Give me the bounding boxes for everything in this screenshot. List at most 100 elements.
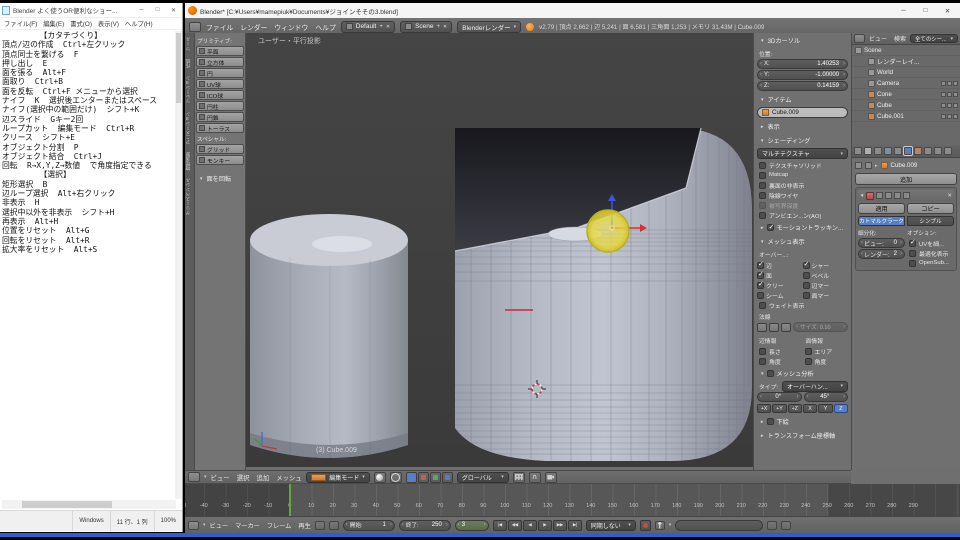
notepad-titlebar[interactable]: Blender よく使うOR便利なショー... bbox=[0, 3, 182, 18]
checkbox[interactable] bbox=[909, 250, 916, 257]
notepad-text-area[interactable]: 【カタチづくり】頂点/辺の作成 Ctrl+左クリック頂点同士を繋げる F押し出し… bbox=[2, 31, 175, 499]
info-menu-item[interactable]: レンダー bbox=[240, 22, 267, 32]
edge-info-chec-row[interactable]: 長さ bbox=[757, 346, 803, 356]
blender-maximize-button[interactable] bbox=[916, 5, 935, 17]
edit-cylinder-object[interactable] bbox=[455, 128, 752, 461]
viewport-menu-item[interactable]: 追加 bbox=[256, 473, 269, 482]
outliner-item[interactable]: Cube bbox=[852, 100, 960, 111]
start-frame-field[interactable]: 開始: 1 bbox=[343, 520, 395, 531]
cursor-location-field[interactable]: X:1.40253 bbox=[757, 59, 848, 69]
angle-max-field[interactable]: 45° bbox=[804, 392, 849, 402]
checkbox[interactable] bbox=[759, 182, 766, 189]
layers-icon[interactable] bbox=[513, 472, 525, 483]
axis-button[interactable]: +X bbox=[757, 404, 771, 413]
vertex-normals-toggle[interactable] bbox=[757, 323, 767, 332]
shading-checkbox-row[interactable]: 裏面の非表示 bbox=[757, 180, 848, 190]
transport-button[interactable]: ▶▶ bbox=[553, 520, 567, 531]
checkbox[interactable] bbox=[757, 292, 764, 299]
shading-checkbox-row[interactable]: 陰線ワイヤ bbox=[757, 190, 848, 200]
disclosure-icon[interactable] bbox=[860, 192, 864, 199]
face-info-check-row[interactable]: 角度 bbox=[803, 356, 849, 366]
info-menu-item[interactable]: ヘルプ bbox=[315, 22, 335, 32]
edge-info-chec-row[interactable]: 角度 bbox=[757, 356, 803, 366]
shading-checkbox-row[interactable]: 被写界深度 bbox=[757, 200, 848, 210]
pivot-point-dropdown[interactable] bbox=[390, 472, 402, 483]
outliner-menu-item[interactable]: ビュー bbox=[869, 34, 887, 43]
axis-button[interactable]: X bbox=[803, 404, 817, 413]
blender-close-button[interactable] bbox=[938, 5, 957, 17]
blender-titlebar[interactable]: Blender* [C:¥Users¥mamepiuk¥Documents¥ジョ… bbox=[185, 3, 960, 18]
insert-keyframe-icon[interactable] bbox=[767, 521, 777, 530]
screen-layout-dropdown[interactable]: Default bbox=[341, 21, 395, 33]
transport-button[interactable]: ▶ bbox=[538, 520, 552, 531]
checkbox[interactable] bbox=[803, 282, 810, 289]
delete-scene-icon[interactable] bbox=[443, 23, 447, 30]
record-button[interactable] bbox=[640, 520, 651, 531]
cage-toggle[interactable] bbox=[903, 192, 910, 199]
notepad-menu-item[interactable]: 編集(E) bbox=[43, 19, 64, 28]
notepad-menu-item[interactable]: 書式(O) bbox=[70, 19, 92, 28]
checkbox[interactable] bbox=[767, 370, 774, 377]
blender-minimize-button[interactable] bbox=[894, 5, 913, 17]
cursor-location-field[interactable]: Z:0.14159 bbox=[757, 81, 848, 91]
modifier-header[interactable] bbox=[858, 190, 954, 201]
close-icon[interactable] bbox=[947, 193, 952, 199]
primitive-button[interactable]: ICO球 bbox=[196, 90, 244, 100]
checkbox[interactable] bbox=[757, 272, 764, 279]
toolshelf-tab[interactable]: 物理演算 bbox=[185, 148, 194, 174]
scene-dropdown[interactable]: Scene bbox=[400, 21, 452, 33]
checkbox[interactable] bbox=[759, 358, 766, 365]
shading-mode-dropdown[interactable]: マルチテクスチャ bbox=[757, 148, 848, 159]
panel-background-images[interactable]: 下絵 bbox=[757, 414, 848, 428]
angle-min-field[interactable]: 0° bbox=[757, 392, 802, 402]
end-frame-field[interactable]: 終了: 250 bbox=[399, 520, 451, 531]
panel-display[interactable]: 表示 bbox=[757, 119, 848, 133]
panel-shading[interactable]: シェーディング bbox=[757, 133, 848, 147]
current-frame-playhead[interactable] bbox=[289, 484, 291, 516]
visibility-toggles[interactable] bbox=[941, 114, 958, 119]
notepad-menu-item[interactable]: ヘルプ(H) bbox=[125, 19, 153, 28]
primitive-button[interactable]: 円錐 bbox=[196, 112, 244, 122]
keying-set-icon[interactable] bbox=[655, 521, 665, 530]
primitive-button[interactable]: 円 bbox=[196, 68, 244, 78]
outliner-menu-item[interactable]: 検索 bbox=[894, 34, 906, 43]
shading-checkbox-row[interactable]: テクスチャソリッド bbox=[757, 160, 848, 170]
render-subdivisions-field[interactable]: レンダー:2 bbox=[858, 249, 905, 259]
delete-layout-icon[interactable] bbox=[386, 23, 390, 30]
add-scene-icon[interactable] bbox=[437, 23, 441, 30]
translate-manipulator[interactable] bbox=[418, 472, 429, 483]
checkbox[interactable] bbox=[757, 262, 764, 269]
checkbox[interactable] bbox=[909, 240, 916, 247]
notepad-minimize-button[interactable] bbox=[135, 5, 148, 16]
panel-item[interactable]: アイテム bbox=[757, 92, 848, 106]
simple-button[interactable]: シンプル bbox=[907, 216, 954, 226]
outliner-item[interactable]: Scene bbox=[852, 45, 960, 56]
outliner-item[interactable]: World bbox=[852, 67, 960, 78]
properties-tab[interactable] bbox=[934, 147, 942, 155]
transport-button[interactable]: |◀ bbox=[493, 520, 507, 531]
view-subdivisions-field[interactable]: ビュー:0 bbox=[858, 238, 905, 248]
transport-button[interactable]: ◀ bbox=[523, 520, 537, 531]
loose-normals-toggle[interactable] bbox=[769, 323, 779, 332]
properties-tab[interactable] bbox=[924, 147, 932, 155]
editor-type-icon[interactable] bbox=[188, 521, 199, 530]
properties-tab[interactable] bbox=[894, 147, 902, 155]
panel-transform-orientations[interactable]: トランスフォーム座標軸 bbox=[757, 428, 848, 442]
toolshelf-tab[interactable]: 作成 bbox=[185, 55, 194, 72]
visibility-toggles[interactable] bbox=[941, 81, 958, 86]
visibility-toggles[interactable] bbox=[941, 103, 958, 108]
checkbox[interactable] bbox=[759, 302, 766, 309]
panel-motion-tracking[interactable]: モーショントラッキン... bbox=[757, 220, 848, 234]
item-name-field[interactable]: Cube.009 bbox=[757, 107, 848, 118]
outliner-item[interactable]: Cone bbox=[852, 89, 960, 100]
delete-keyframe-icon[interactable] bbox=[781, 521, 791, 530]
checkbox[interactable] bbox=[803, 292, 810, 299]
cursor-location-field[interactable]: Y:-1.00000 bbox=[757, 70, 848, 80]
visibility-toggles[interactable] bbox=[941, 92, 958, 97]
toolshelf-tab[interactable]: アニメーション bbox=[185, 108, 194, 148]
notepad-maximize-button[interactable] bbox=[151, 5, 164, 16]
checkbox[interactable] bbox=[759, 202, 766, 209]
checkbox[interactable] bbox=[803, 262, 810, 269]
properties-tab[interactable] bbox=[884, 147, 892, 155]
checkbox[interactable] bbox=[759, 162, 766, 169]
